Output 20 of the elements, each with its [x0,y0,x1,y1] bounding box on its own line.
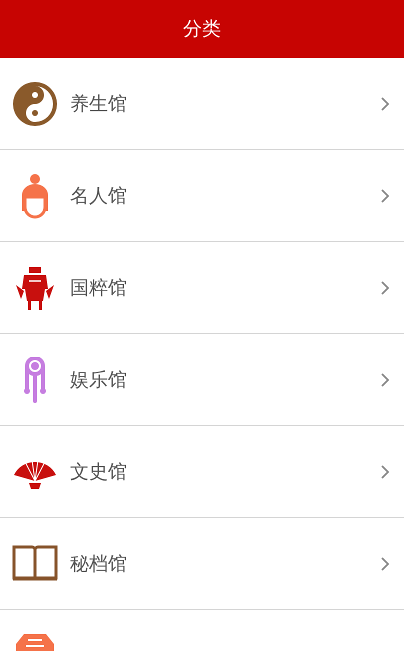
category-label: 娱乐馆 [70,368,128,392]
category-label: 养生馆 [70,92,128,116]
category-item[interactable]: 名人馆 [0,150,404,242]
chevron-right-icon [380,556,390,572]
category-label: 文史馆 [70,460,128,484]
category-label: 秘档馆 [70,552,128,576]
category-item[interactable]: 养生馆 [0,58,404,150]
chevron-right-icon [380,96,390,112]
category-label: 国粹馆 [70,276,128,300]
chevron-right-icon [380,280,390,296]
category-item[interactable]: 文史馆 [0,426,404,518]
chevron-right-icon [380,188,390,204]
chevron-right-icon [380,372,390,388]
yin-yang-icon [12,80,58,126]
category-item[interactable]: 娱乐馆 [0,334,404,426]
category-item[interactable]: 秘档馆 [0,518,404,610]
chevron-right-icon [380,464,390,480]
category-label: 名人馆 [70,184,128,208]
page-title: 分类 [183,17,221,42]
category-item[interactable]: 国粹馆 [0,242,404,334]
